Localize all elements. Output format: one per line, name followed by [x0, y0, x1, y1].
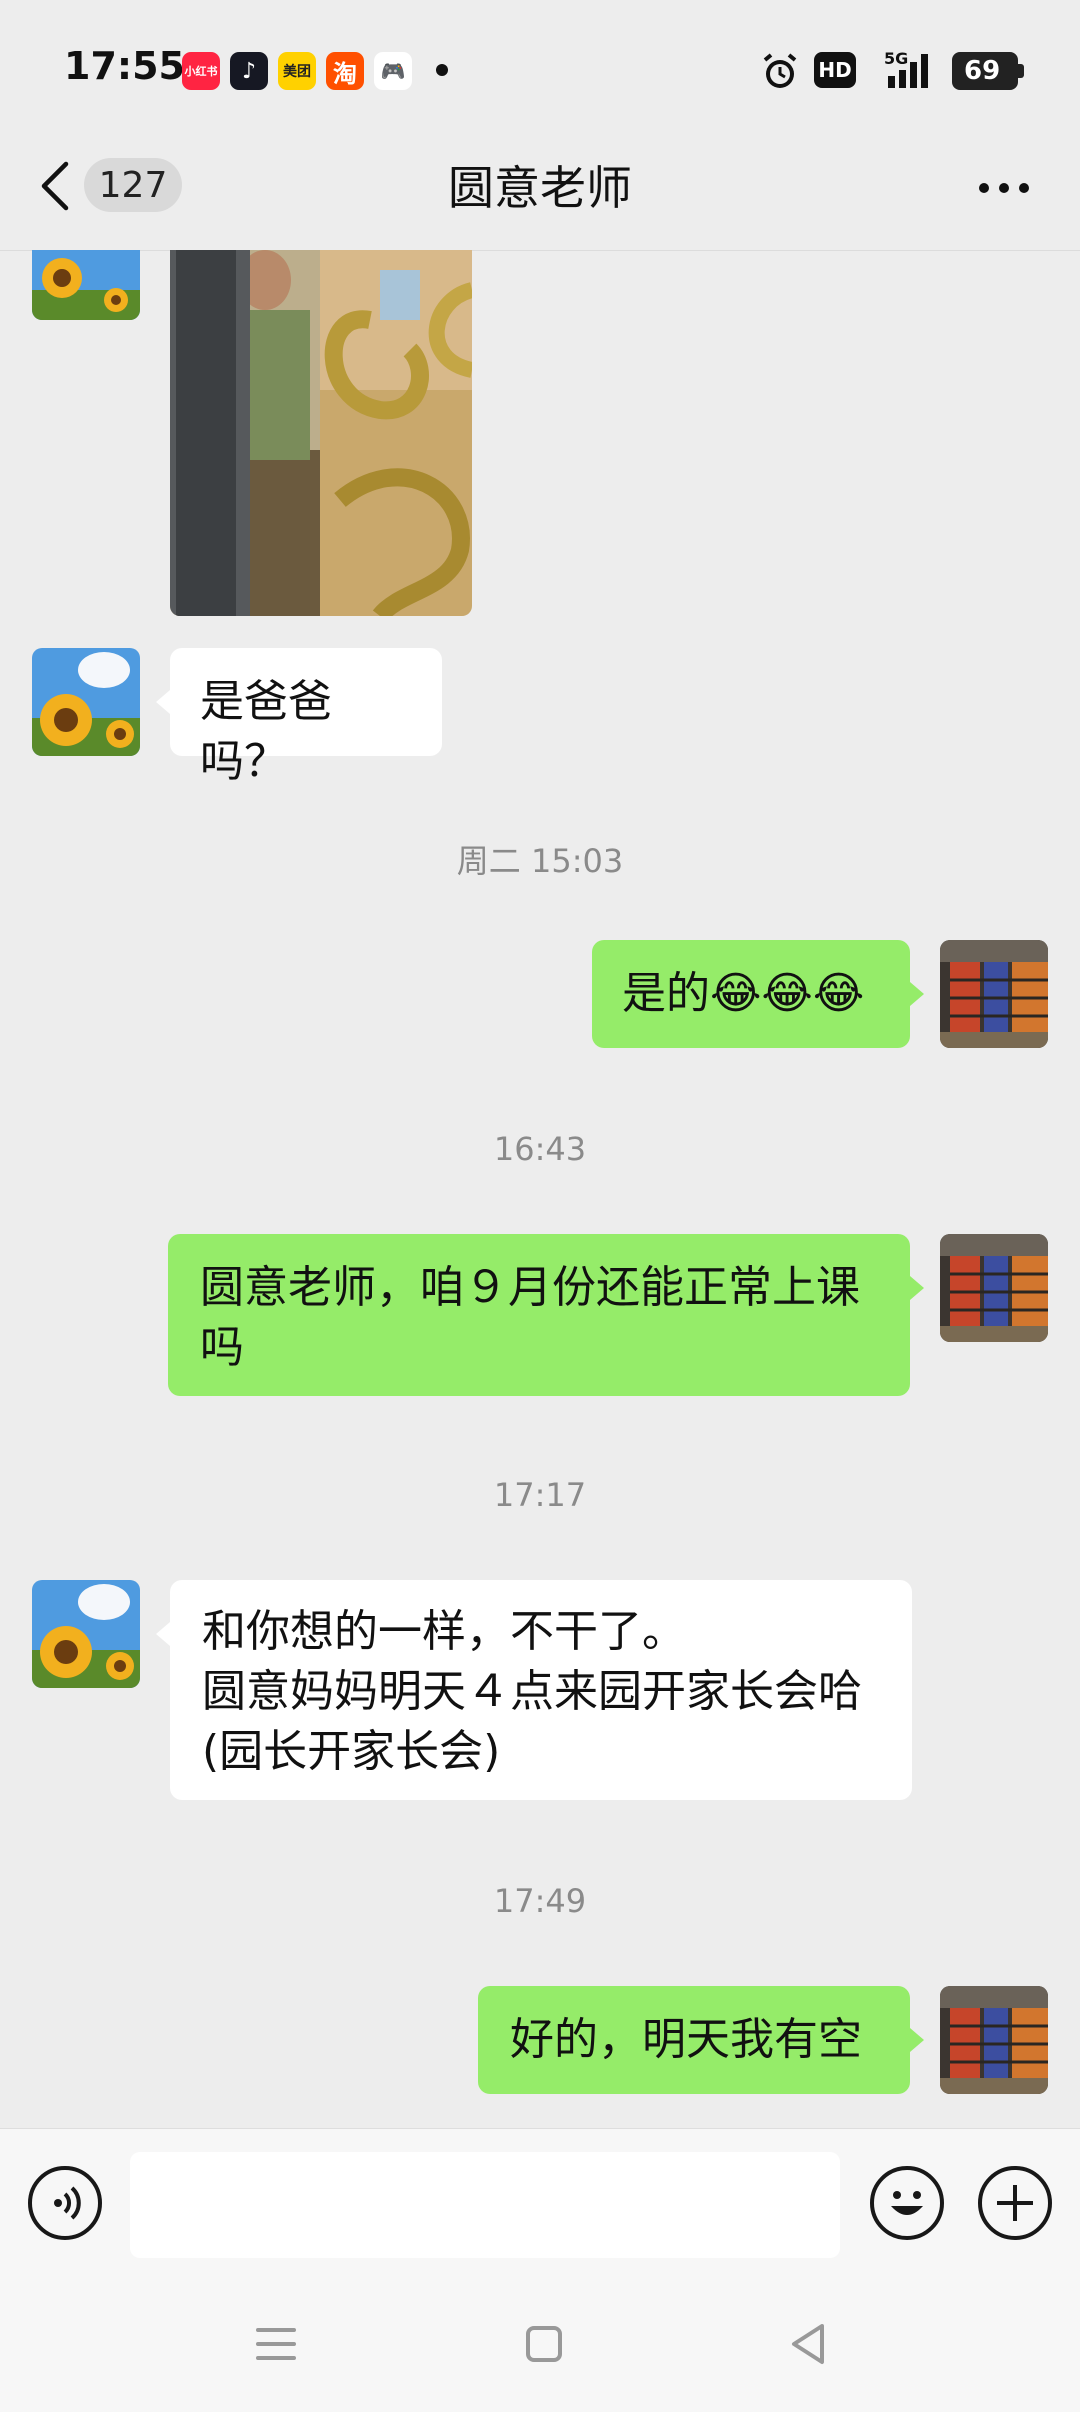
voice-input-button[interactable]	[28, 2166, 102, 2240]
message-bubble-outgoing[interactable]: 好的，明天我有空	[478, 1986, 910, 2094]
meituan-icon: 美团	[278, 52, 316, 90]
emoji-smile-icon	[891, 2191, 923, 2215]
emoji-button[interactable]	[870, 2166, 944, 2240]
timestamp: 周二 15:03	[456, 842, 624, 880]
bubble-tail	[910, 982, 924, 1006]
message-bubble-outgoing[interactable]: 是的😂😂😂	[592, 940, 910, 1048]
my-avatar[interactable]	[940, 1234, 1048, 1342]
back-triangle-icon[interactable]	[788, 2322, 828, 2366]
signal-5g-icon: 5G	[884, 49, 928, 88]
message-bubble-outgoing[interactable]: 圆意老师，咱９月份还能正常上课吗	[168, 1234, 910, 1396]
add-attachment-button[interactable]	[978, 2166, 1052, 2240]
message-bubble-incoming[interactable]: 是爸爸吗？	[170, 648, 442, 787]
message-input[interactable]	[130, 2152, 840, 2258]
teacher-avatar[interactable]	[32, 648, 140, 756]
home-square-icon[interactable]	[524, 2324, 564, 2364]
notification-dot-icon	[436, 64, 448, 76]
bubble-tail	[156, 1622, 170, 1646]
alarm-icon	[763, 53, 797, 88]
bubble-tail	[910, 1276, 924, 1300]
chat-title: 圆意老师	[448, 161, 632, 215]
message-bubble-incoming[interactable]: 和你想的一样，不干了。 圆意妈妈明天４点来园开家长会哈(园长开家长会)	[170, 1580, 912, 1800]
battery-level: 69	[964, 56, 1001, 86]
photo-message[interactable]	[170, 250, 472, 616]
timestamp: 17:17	[493, 1476, 587, 1514]
battery-icon: 69	[952, 52, 1024, 90]
game-icon: 🎮	[374, 52, 412, 90]
my-avatar[interactable]	[940, 1986, 1048, 2094]
xiaohongshu-icon: 小红书	[182, 52, 220, 90]
voice-icon	[54, 2186, 81, 2220]
my-avatar[interactable]	[940, 940, 1048, 1048]
plus-icon	[997, 2185, 1033, 2221]
douyin-icon: ♪	[230, 52, 268, 90]
timestamp: 16:43	[493, 1130, 587, 1168]
bubble-tail	[910, 2028, 924, 2052]
teacher-avatar[interactable]	[32, 1580, 140, 1688]
teacher-avatar[interactable]	[32, 250, 140, 320]
timestamp: 17:49	[493, 1882, 587, 1920]
bubble-tail	[156, 690, 170, 714]
status-time: 17:55	[64, 44, 185, 88]
taobao-icon: 淘	[326, 52, 364, 90]
menu-lines-icon[interactable]	[256, 2326, 296, 2362]
more-options-icon[interactable]	[978, 182, 1030, 194]
hd-icon: HD	[814, 52, 856, 88]
network-label: 5G	[884, 49, 908, 68]
